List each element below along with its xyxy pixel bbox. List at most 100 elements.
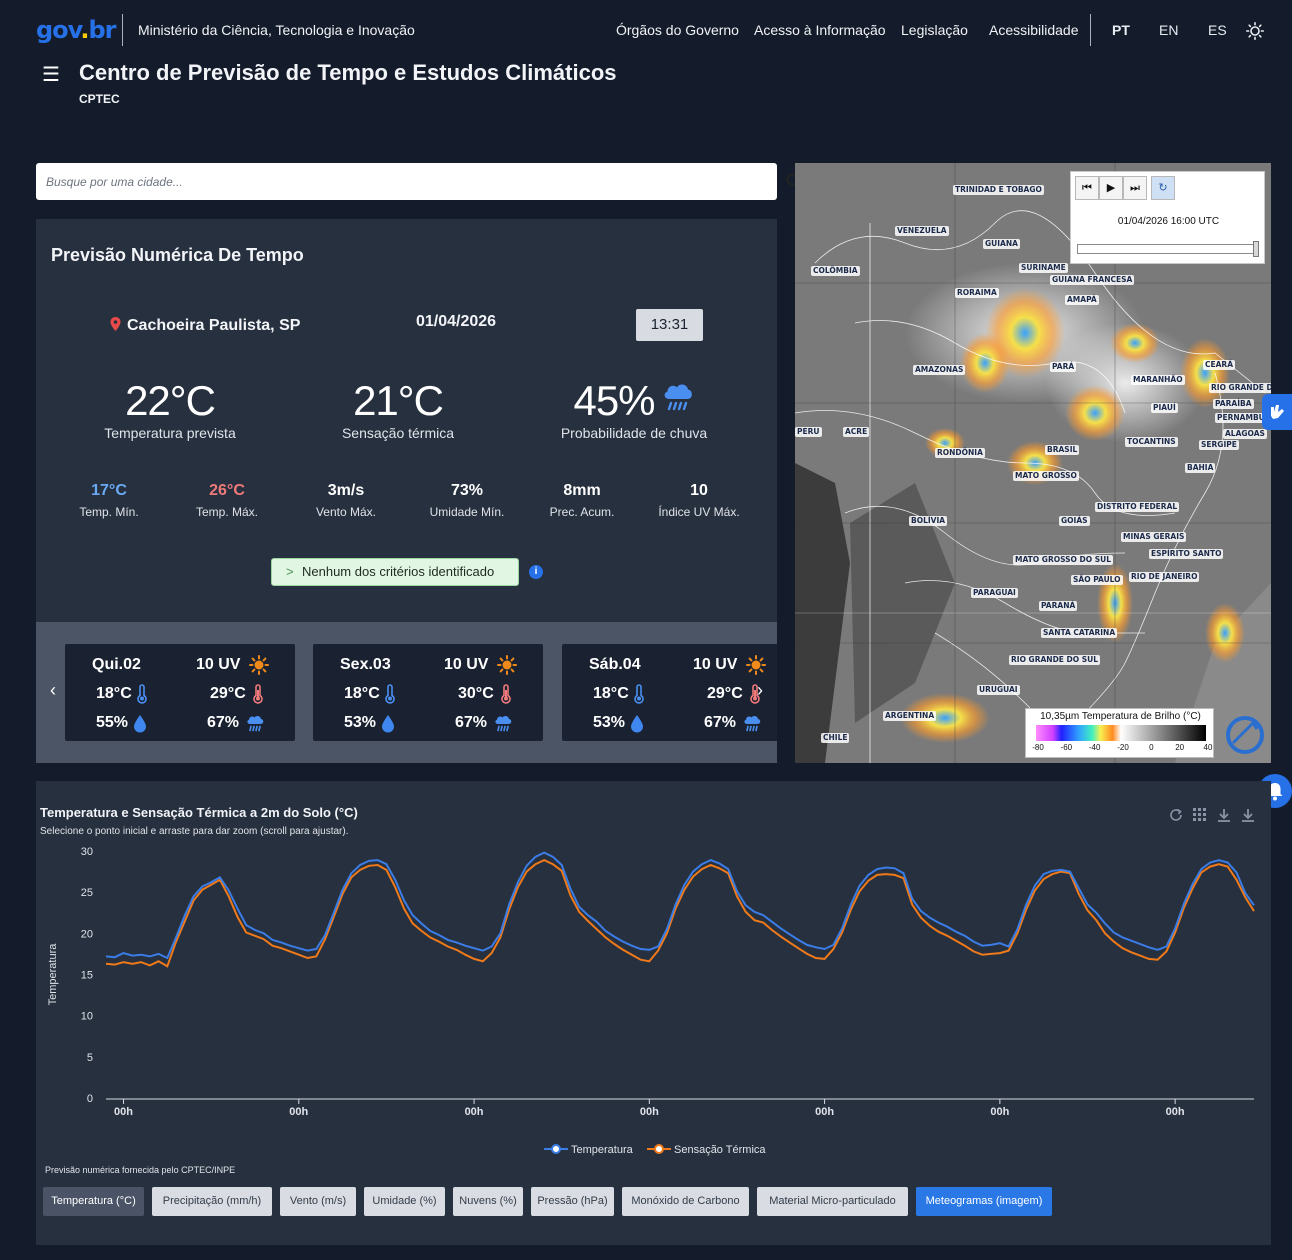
map-region-label: PERU [795, 427, 822, 437]
rewind-button[interactable]: ⏮ [1075, 176, 1099, 200]
stat-label: Temp. Máx. [195, 505, 258, 519]
map-region-label: MINAS GERAIS [1121, 532, 1187, 542]
top-bar: gov.br Ministério da Ciência, Tecnologia… [0, 0, 1292, 60]
chart-tab[interactable]: Precipitação (mm/h) [152, 1187, 272, 1216]
chart-tab[interactable]: Temperatura (°C) [43, 1187, 144, 1216]
chart-tab[interactable]: Monóxido de Carbono [622, 1187, 749, 1216]
day-card[interactable]: Sex.03 10 UV 18°C 30°C 53% 67% [313, 644, 543, 741]
map-region-label: PARAÍBA [1213, 399, 1254, 409]
chart-tab[interactable]: Material Micro-particulado [757, 1187, 908, 1216]
gov-br-logo[interactable]: gov.br [36, 16, 117, 44]
legend-label: Sensação Térmica [674, 1144, 766, 1156]
day-name: Sáb.04 [589, 656, 641, 673]
day-card[interactable]: Qui.02 10 UV 18°C 29°C 55% 67% [65, 644, 295, 741]
map-region-label: SURINAME [1019, 263, 1068, 273]
sun-icon [249, 655, 269, 675]
x-tick-label: 00h [640, 1106, 659, 1118]
map-region-label: ALAGOAS [1223, 429, 1267, 439]
day-humidity: 53% [593, 714, 626, 731]
stat-label: Umidade Mín. [429, 505, 505, 519]
refresh-button[interactable]: ↻ [1151, 176, 1175, 200]
feels-like-label: Sensação térmica [341, 425, 455, 441]
chart-tab[interactable]: Umidade (%) [364, 1187, 445, 1216]
carousel-next-icon[interactable]: › [752, 680, 768, 701]
sun-icon [746, 655, 766, 675]
day-rain-prob: 67% [207, 714, 240, 731]
chart-tab[interactable]: Pressão (hPa) [531, 1187, 614, 1216]
theme-toggle-icon[interactable] [1246, 22, 1264, 40]
slider-thumb[interactable] [1253, 241, 1259, 257]
y-tick-label: 20 [81, 928, 93, 940]
feels-like-value: 21°C [353, 377, 444, 424]
legend-label: Temperatura [571, 1144, 634, 1156]
nav-acessibilidade[interactable]: Acessibilidade [989, 22, 1079, 38]
nav-legislacao[interactable]: Legislação [901, 22, 968, 38]
nav-orgaos-governo[interactable]: Órgãos do Governo [616, 22, 739, 38]
location-pin-icon [110, 317, 121, 331]
satellite-map[interactable]: TRINIDAD E TOBAGO VENEZUELA GUIANA SURINAME… [795, 163, 1271, 763]
lang-es[interactable]: ES [1208, 22, 1227, 38]
thermometer-cold-icon [132, 684, 152, 704]
day-rain-prob: 67% [704, 714, 737, 731]
map-region-label: MATO GROSSO DO SUL [1013, 555, 1114, 565]
accessibility-hands-button[interactable] [1262, 394, 1292, 430]
x-tick-label: 00h [289, 1106, 308, 1118]
map-animation-controls: ⏮ ▶ ⏭ ↻ 01/04/2026 16:00 UTC [1070, 171, 1265, 264]
search-input[interactable] [46, 169, 736, 194]
map-region-label: RIO GRANDE DO SUL [1009, 655, 1101, 665]
x-tick-label: 00h [465, 1106, 484, 1118]
stat-value: 8mm [563, 482, 601, 499]
map-region-label: RORAIMA [955, 288, 999, 298]
map-region-label: BAHIA [1185, 463, 1216, 473]
thermometer-cold-icon [380, 684, 400, 704]
fast-forward-button[interactable]: ⏭ [1123, 176, 1147, 200]
chart-tab[interactable]: Vento (m/s) [280, 1187, 356, 1216]
forecast-time[interactable]: 13:31 [636, 309, 703, 341]
info-icon[interactable]: i [529, 565, 543, 579]
lang-en[interactable]: EN [1159, 22, 1178, 38]
map-region-label: SÃO PAULO [1071, 575, 1123, 585]
lang-pt[interactable]: PT [1112, 22, 1130, 38]
x-tick-label: 00h [990, 1106, 1009, 1118]
legend-marker [654, 1144, 664, 1154]
humidity-drop-icon [627, 713, 647, 733]
chart-tab[interactable]: Meteogramas (imagem) [916, 1187, 1052, 1216]
map-region-label: MATO GROSSO [1013, 471, 1079, 481]
ministry-name[interactable]: Ministério da Ciência, Tecnologia e Inov… [138, 22, 415, 38]
play-button[interactable]: ▶ [1099, 176, 1123, 200]
stat-value: 73% [450, 482, 484, 499]
legend-tick-label: -20 [1117, 743, 1129, 752]
map-region-label: RIO DE JANEIRO [1129, 572, 1200, 582]
map-region-label: ESPÍRITO SANTO [1149, 549, 1224, 559]
map-region-label: AMAZONAS [913, 365, 966, 375]
map-region-label: GOIÁS [1059, 516, 1090, 526]
nav-acesso-informacao[interactable]: Acesso à Informação [754, 22, 886, 38]
day-uv-index: 10 UV [693, 656, 738, 673]
day-min-temp: 18°C [593, 685, 629, 702]
day-max-temp: 29°C [210, 685, 246, 702]
criteria-alert[interactable]: > Nenhum dos critérios identificado [271, 558, 519, 586]
carousel-prev-icon[interactable]: ‹ [45, 680, 61, 701]
forecast-title: Previsão Numérica De Tempo [51, 245, 304, 265]
hamburger-menu-icon[interactable]: ☰ [42, 62, 60, 87]
rain-cloud-icon [493, 713, 513, 733]
location-name: Cachoeira Paulista, SP [127, 317, 301, 334]
stat-label: Temp. Mín. [79, 505, 139, 519]
map-time-slider[interactable] [1077, 241, 1259, 257]
forecast-panel: Previsão Numérica De Tempo Cachoeira Pau… [36, 219, 777, 622]
y-tick-label: 15 [81, 970, 93, 982]
y-tick-label: 5 [87, 1052, 93, 1064]
chart-tab[interactable]: Nuvens (%) [453, 1187, 523, 1216]
map-region-label: CEARÁ [1203, 360, 1236, 370]
thermometer-cold-icon [629, 684, 649, 704]
temperature-chart[interactable]: 0 5 10 15 20 25 30 Temperatura 00h 00h 00h 00h 00h 00… [36, 781, 1271, 1161]
map-region-label: MARANHÃO [1131, 375, 1185, 385]
map-region-label: PARANÁ [1039, 601, 1078, 611]
map-region-label: RONDÔNIA [935, 448, 985, 458]
legend-tick-label: -60 [1060, 743, 1073, 752]
rain-cloud-icon [742, 713, 762, 733]
search-bar [36, 163, 802, 200]
series-line-0 [105, 851, 1255, 960]
x-tick-label: 00h [114, 1106, 133, 1118]
day-card[interactable]: Sáb.04 10 UV 18°C 29°C 53% 67% [562, 644, 777, 741]
